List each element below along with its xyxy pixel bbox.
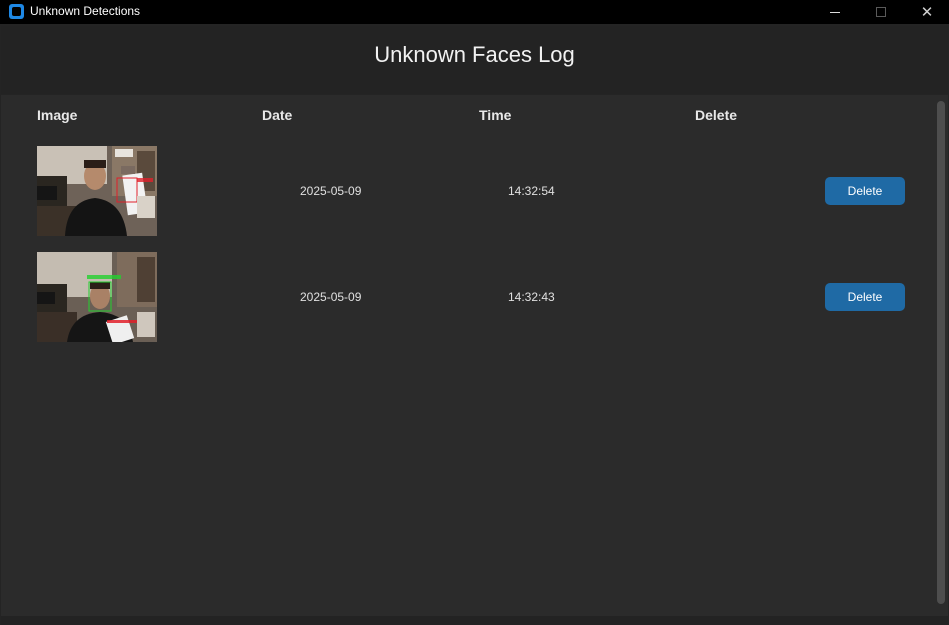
log-table-panel: Image Date Time Delete 2025-05-09 14:32:… xyxy=(1,95,948,616)
page-title: Unknown Faces Log xyxy=(374,42,575,67)
detection-thumbnail xyxy=(37,146,157,236)
row-date: 2025-05-09 xyxy=(300,290,362,304)
page-header: Unknown Faces Log xyxy=(1,26,948,94)
delete-button[interactable]: Delete xyxy=(825,177,905,205)
column-header-delete: Delete xyxy=(695,107,738,123)
detection-thumbnail xyxy=(37,252,157,342)
row-time: 14:32:43 xyxy=(508,290,555,304)
bottom-strip xyxy=(1,616,948,625)
window-titlebar: Unknown Detections ✕ xyxy=(0,0,949,24)
delete-button[interactable]: Delete xyxy=(825,283,905,311)
window-title: Unknown Detections xyxy=(30,4,141,18)
minimize-icon xyxy=(830,11,840,13)
app-icon xyxy=(9,4,24,19)
column-header-date: Date xyxy=(262,107,293,123)
close-icon: ✕ xyxy=(920,4,934,21)
column-header-time: Time xyxy=(479,107,512,123)
close-button[interactable]: ✕ xyxy=(904,0,949,24)
minimize-button[interactable] xyxy=(812,0,858,24)
table-row: 2025-05-09 14:32:43 Delete xyxy=(1,252,931,342)
row-time: 14:32:54 xyxy=(508,184,555,198)
maximize-icon xyxy=(876,7,886,17)
scrollbar-thumb[interactable] xyxy=(937,101,945,604)
row-date: 2025-05-09 xyxy=(300,184,362,198)
maximize-button[interactable] xyxy=(858,0,904,24)
column-header-image: Image xyxy=(37,107,78,123)
table-row: 2025-05-09 14:32:54 Delete xyxy=(1,146,931,236)
vertical-scrollbar[interactable] xyxy=(937,101,947,609)
